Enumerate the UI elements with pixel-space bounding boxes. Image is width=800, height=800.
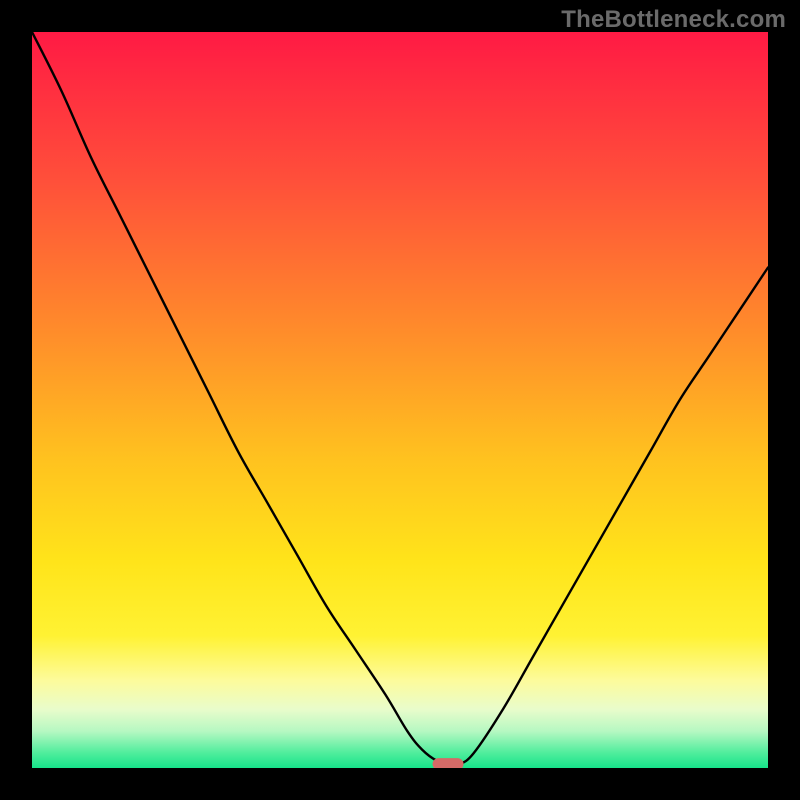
optimum-marker: [432, 758, 463, 768]
chart-frame: TheBottleneck.com: [0, 0, 800, 800]
bottleneck-curve: [32, 32, 768, 768]
watermark-text: TheBottleneck.com: [561, 6, 786, 34]
plot-area: [32, 32, 768, 768]
